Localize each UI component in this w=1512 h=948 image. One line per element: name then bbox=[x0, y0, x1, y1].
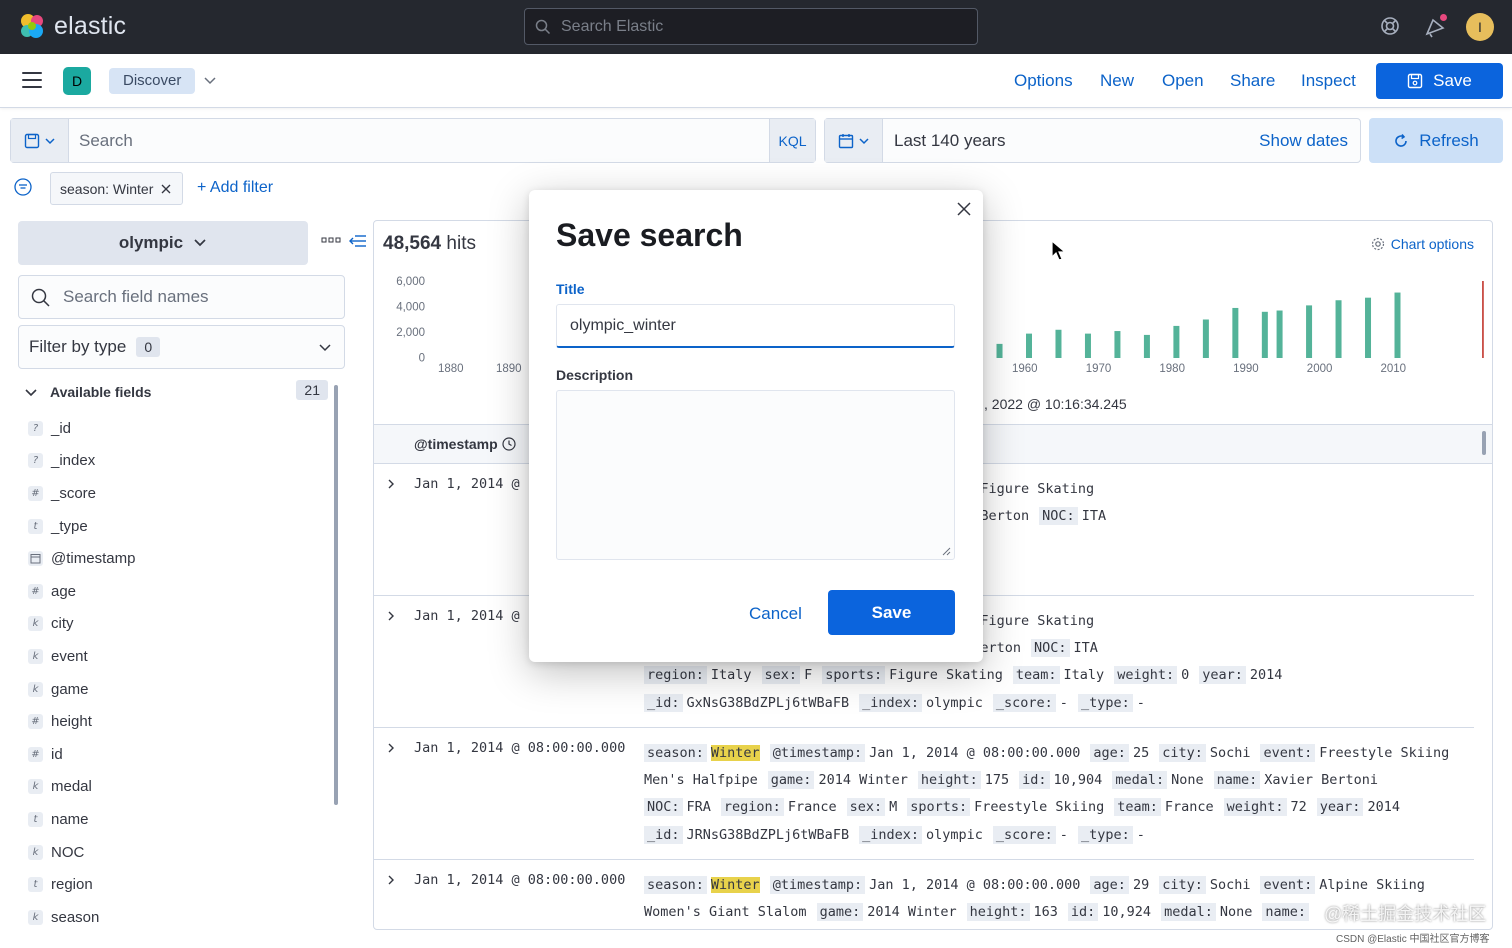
description-textarea[interactable] bbox=[556, 390, 955, 560]
resize-grip-icon[interactable] bbox=[942, 547, 951, 556]
global-search-input[interactable]: Search Elastic bbox=[524, 8, 978, 45]
confirm-save-button[interactable]: Save bbox=[828, 590, 955, 635]
search-icon bbox=[535, 19, 551, 35]
elastic-logo-icon[interactable] bbox=[18, 12, 46, 40]
global-header: elastic Search Elastic I bbox=[0, 0, 1512, 54]
watermark-small-text: CSDN @Elastic 中国社区官方博客 bbox=[1336, 934, 1490, 945]
mouse-cursor-icon bbox=[1051, 240, 1067, 261]
brand-name[interactable]: elastic bbox=[54, 12, 126, 41]
user-avatar[interactable]: I bbox=[1466, 13, 1494, 41]
title-field-label: Title bbox=[556, 281, 585, 297]
modal-title: Save search bbox=[556, 217, 743, 253]
title-input[interactable]: olympic_winter bbox=[556, 304, 955, 348]
help-icon[interactable] bbox=[1378, 14, 1402, 38]
cancel-button[interactable]: Cancel bbox=[749, 604, 802, 624]
global-search-placeholder: Search Elastic bbox=[561, 17, 664, 35]
notification-dot bbox=[1438, 12, 1449, 23]
description-field-label: Description bbox=[556, 367, 634, 383]
close-icon[interactable] bbox=[955, 200, 973, 218]
watermark-text: @稀土掘金技术社区 bbox=[1324, 904, 1487, 924]
save-search-modal: Save search Title olympic_winter Descrip… bbox=[529, 190, 983, 662]
